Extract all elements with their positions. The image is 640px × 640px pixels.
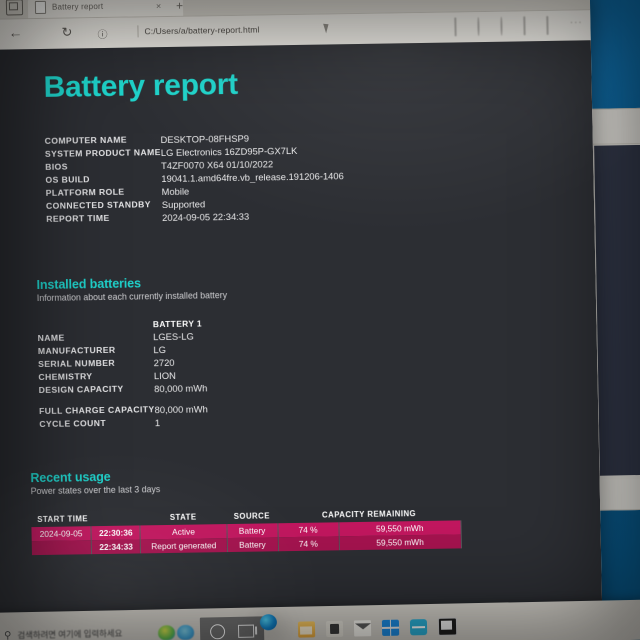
- cell-source: Battery: [226, 537, 279, 553]
- back-icon[interactable]: ←: [8, 24, 22, 40]
- cell-date: 2024-09-05: [31, 526, 92, 542]
- row-value: 1: [154, 417, 161, 429]
- cortana-blob-right: [177, 624, 195, 640]
- taskbar-search-box[interactable]: ⚲ 검색하려면 여기에 입력하세요: [4, 627, 122, 640]
- settings-more-icon[interactable]: ···: [569, 16, 582, 28]
- battery-report-page: Battery report COMPUTER NAME DESKTOP-08F…: [0, 40, 603, 621]
- installed-batteries-table: BATTERY 1 NAME LGES-LG MANUFACTURER LG S…: [37, 317, 208, 431]
- edge-browser-icon[interactable]: [259, 613, 278, 631]
- site-info-icon[interactable]: ⓘ: [97, 26, 107, 41]
- row-value: 2720: [153, 356, 175, 369]
- row-label: FULL CHARGE CAPACITY: [38, 404, 155, 416]
- row-label: CYCLE COUNT: [39, 417, 107, 429]
- cell-time: 22:34:33: [91, 539, 141, 555]
- cell-date: [31, 540, 92, 556]
- file-explorer-icon[interactable]: [298, 621, 316, 638]
- cell-mwh: 59,550 mWh: [338, 534, 462, 551]
- microsoft-store-icon[interactable]: [326, 620, 344, 638]
- taskbar-system-group: [199, 616, 265, 640]
- browser-essentials-icon[interactable]: [500, 16, 512, 36]
- battery-column-header: BATTERY 1: [152, 318, 203, 330]
- table-row: CYCLE COUNT 1: [39, 415, 208, 431]
- cortana-icon[interactable]: [158, 624, 195, 640]
- row-value: 80,000 mWh: [154, 382, 208, 395]
- profile-icon[interactable]: [523, 16, 535, 36]
- page-favicon: [34, 0, 47, 15]
- cell-percent: 74 %: [277, 522, 339, 538]
- mail-icon[interactable]: [354, 620, 372, 637]
- cortana-circle-icon[interactable]: [210, 623, 226, 639]
- search-input[interactable]: 검색하려면 여기에 입력하세요: [17, 627, 122, 640]
- system-info-table: COMPUTER NAME DESKTOP-08FHSP9 SYSTEM PRO…: [45, 130, 345, 226]
- background-window-footer: [595, 478, 640, 510]
- terminal-icon[interactable]: [438, 617, 458, 636]
- row-value: LION: [153, 369, 176, 382]
- extensions-icon[interactable]: [546, 15, 558, 35]
- row-label: REPORT TIME: [46, 212, 110, 224]
- browser-window: Battery report × + ← ↻ ⓘ 파일 C:/Users/a/b…: [0, 0, 603, 621]
- background-window-content: [594, 144, 640, 476]
- column-header-source: SOURCE: [233, 511, 270, 521]
- new-tab-icon[interactable]: +: [176, 0, 183, 13]
- recent-usage-table: START TIME STATE SOURCE CAPACITY REMAINI…: [31, 506, 462, 556]
- search-icon: ⚲: [4, 629, 12, 640]
- tab-title: Battery report: [51, 1, 104, 12]
- close-tab-icon[interactable]: ×: [156, 1, 161, 11]
- cell-source: Battery: [226, 523, 278, 539]
- cell-state: Report generated: [140, 538, 227, 554]
- task-view-icon[interactable]: [238, 624, 255, 638]
- monitor-photo-scene: Battery report × + ← ↻ ⓘ 파일 C:/Users/a/b…: [0, 0, 640, 640]
- table-row: FULL CHARGE CAPACITY 80,000 mWh: [39, 394, 208, 418]
- toolbar-icons: ···: [454, 15, 583, 37]
- mouse-cursor-icon: [323, 21, 334, 34]
- health-monitor-icon[interactable]: [410, 619, 428, 636]
- windows-tiles-icon[interactable]: [382, 619, 400, 636]
- reload-icon[interactable]: ↻: [61, 24, 72, 40]
- row-value: LG: [153, 344, 167, 356]
- installed-batteries-section: Installed batteries Information about ea…: [36, 270, 572, 431]
- collections-icon[interactable]: [477, 17, 490, 37]
- column-header-state: STATE: [169, 512, 197, 522]
- tab-overview-icon[interactable]: [5, 0, 24, 16]
- favorites-icon[interactable]: [454, 17, 467, 37]
- row-value: 80,000 mWh: [154, 403, 208, 416]
- address-bar-divider: [137, 25, 139, 38]
- recent-usage-section: Recent usage Power states over the last …: [30, 463, 575, 556]
- cell-state: Active: [140, 524, 227, 540]
- background-window-titlebar: [589, 108, 640, 145]
- address-bar-url[interactable]: C:/Users/a/battery-report.html: [144, 24, 259, 36]
- cell-time: 22:30:36: [90, 525, 141, 541]
- cortana-blob-left: [158, 624, 176, 640]
- page-title: Battery report: [43, 67, 239, 104]
- row-value: 2024-09-05 22:34:33: [162, 210, 250, 224]
- cell-percent: 74 %: [277, 536, 339, 552]
- row-value: LGES-LG: [153, 330, 194, 343]
- taskbar-pinned-apps: [259, 613, 458, 639]
